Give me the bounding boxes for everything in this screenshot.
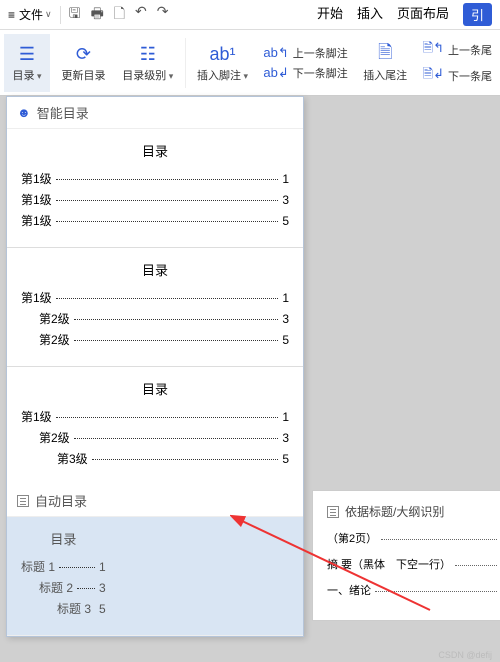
preview-line: 一、绪论 — [327, 582, 497, 598]
tab-reference[interactable]: 引 — [463, 3, 492, 26]
tab-insert[interactable]: 插入 — [357, 3, 383, 26]
footnote-nav: ab↰上一条脚注 ab↲下一条脚注 — [259, 41, 351, 85]
endnote-button[interactable]: 🗎 插入尾注 — [358, 34, 413, 92]
watermark: CSDN @defij — [438, 650, 492, 660]
auto-toc-preview[interactable]: 目录标题 11标题 23标题 35 — [7, 517, 303, 636]
level-icon: ☷ — [140, 43, 156, 67]
toc-line[interactable]: 第2级3 — [21, 429, 289, 446]
next-icon: 🗎↲ — [423, 65, 444, 87]
refresh-icon: ⟳ — [76, 43, 91, 67]
toc-line[interactable]: 标题 11 — [21, 558, 106, 575]
endnote-icon: 🗎 — [378, 43, 392, 67]
footnote-icon: ab¹ — [209, 43, 235, 67]
smart-toc-previews: 目录第1级1第1级3第1级5目录第1级1第2级3第2级5目录第1级1第2级3第3… — [7, 129, 303, 485]
menu-icon[interactable]: ≡ — [8, 8, 15, 22]
toc-line[interactable]: 第2级5 — [21, 331, 289, 348]
preview-icon[interactable]: 🗋 — [114, 3, 125, 27]
preview-line: 摘 要（黑体 下空一行） — [327, 556, 497, 572]
prev-endnote[interactable]: 🗎↰上一条尾 — [423, 39, 492, 61]
endnote-nav: 🗎↰上一条尾 🗎↲下一条尾 — [419, 35, 496, 91]
toc-line[interactable]: 第2级3 — [21, 310, 289, 327]
preview-header: 依据标题/大纲识别 — [327, 503, 497, 520]
toc-line[interactable]: 标题 23 — [21, 579, 106, 596]
list-icon — [327, 506, 339, 518]
toc-line[interactable]: 第1级1 — [21, 170, 289, 187]
next-endnote[interactable]: 🗎↲下一条尾 — [423, 65, 492, 87]
redo-icon[interactable]: ↷ — [157, 3, 169, 27]
preview-line: （第2页） — [327, 530, 497, 546]
next-icon: ab↲ — [263, 65, 288, 81]
toc-dropdown[interactable]: ☻ 智能目录 目录第1级1第1级3第1级5目录第1级1第2级3第2级5目录第1级… — [6, 96, 304, 637]
prev-icon: ab↰ — [263, 45, 288, 61]
undo-icon[interactable]: ↶ — [135, 3, 147, 27]
menubar-left: ≡ 文件∨ 🖫 🖶 🗋 ↶ ↷ — [8, 3, 169, 27]
toc-line[interactable]: 第1级3 — [21, 191, 289, 208]
prev-icon: 🗎↰ — [423, 39, 444, 61]
auto-toc-header[interactable]: 自动目录 — [7, 485, 303, 517]
divider — [60, 6, 61, 24]
toc-line[interactable]: 第3级5 — [21, 450, 289, 467]
toc-button[interactable]: ☰ 目录 — [4, 34, 50, 92]
toc-line[interactable]: 第1级1 — [21, 289, 289, 306]
ribbon-tabs: 开始 插入 页面布局 引 — [317, 3, 492, 26]
print-icon[interactable]: 🖶 — [91, 3, 104, 27]
ribbon: ☰ 目录 ⟳ 更新目录 ☷ 目录级别 ab¹ 插入脚注 ab↰上一条脚注 ab↲… — [0, 30, 500, 96]
document-preview: 依据标题/大纲识别 （第2页） 摘 要（黑体 下空一行） 一、绪论 — [312, 490, 500, 621]
smart-icon: ☻ — [17, 105, 31, 120]
prev-footnote[interactable]: ab↰上一条脚注 — [263, 45, 347, 61]
save-icon[interactable]: 🖫 — [69, 3, 81, 27]
tab-start[interactable]: 开始 — [317, 3, 343, 26]
tab-layout[interactable]: 页面布局 — [397, 3, 449, 26]
file-menu[interactable]: 文件∨ — [19, 6, 52, 23]
footnote-button[interactable]: ab¹ 插入脚注 — [192, 34, 254, 92]
smart-toc-header[interactable]: ☻ 智能目录 — [7, 97, 303, 129]
update-toc-button[interactable]: ⟳ 更新目录 — [56, 34, 111, 92]
toc-level-button[interactable]: ☷ 目录级别 — [117, 34, 179, 92]
list-icon — [17, 495, 29, 507]
toc-line[interactable]: 第1级5 — [21, 212, 289, 229]
toc-line[interactable]: 第1级1 — [21, 408, 289, 425]
toc-icon: ☰ — [19, 43, 35, 67]
next-footnote[interactable]: ab↲下一条脚注 — [263, 65, 347, 81]
quick-access-toolbar: 🖫 🖶 🗋 ↶ ↷ — [69, 3, 169, 27]
divider — [185, 38, 186, 88]
toc-line[interactable]: 标题 35 — [21, 600, 106, 617]
menubar: ≡ 文件∨ 🖫 🖶 🗋 ↶ ↷ 开始 插入 页面布局 引 — [0, 0, 500, 30]
